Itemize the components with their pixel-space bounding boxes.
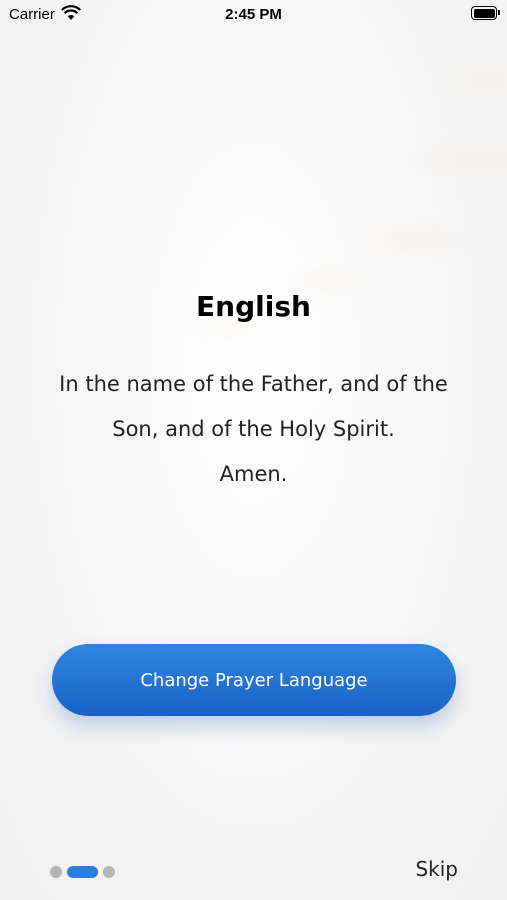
- prayer-line: Amen.: [219, 462, 288, 486]
- prayer-text: In the name of the Father, and of the So…: [20, 362, 487, 497]
- change-prayer-language-button[interactable]: Change Prayer Language: [52, 644, 456, 716]
- page-dot[interactable]: [50, 866, 62, 878]
- battery-icon: [471, 6, 500, 20]
- clock: 2:45 PM: [225, 6, 282, 23]
- prayer-line: In the name of the Father, and of the: [59, 372, 448, 396]
- prayer-line: Son, and of the Holy Spirit.: [112, 417, 395, 441]
- skip-button[interactable]: Skip: [415, 857, 458, 881]
- language-title: English: [196, 290, 311, 323]
- status-bar: Carrier 2:45 PM: [0, 0, 507, 28]
- page-dot[interactable]: [103, 866, 115, 878]
- page-dot-active[interactable]: [67, 866, 98, 878]
